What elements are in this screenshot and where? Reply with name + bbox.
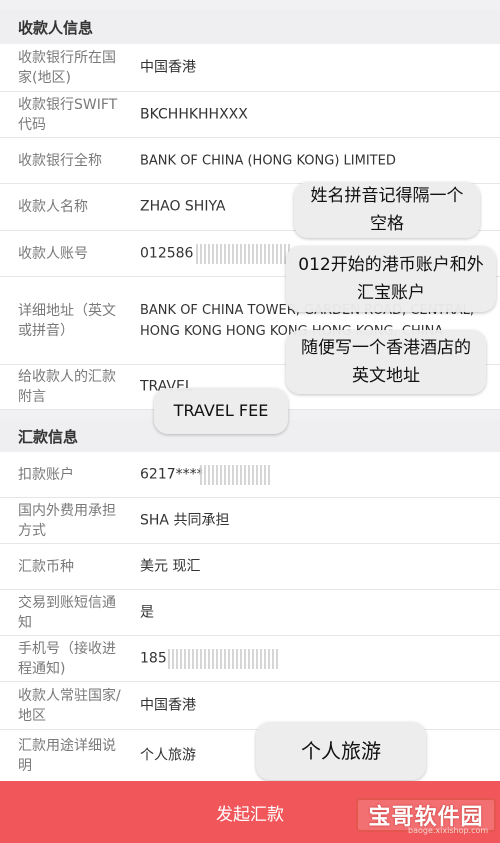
field-label: 收款银行SWIFT代码 [18,96,118,133]
section-title-remit: 汇款信息 [18,427,79,446]
annotation-text: 个人旅游 [301,739,381,763]
annotation-name-note: 姓名拼音记得隔一个空格 [294,182,480,238]
field-label: 收款银行全称 [18,152,102,169]
field-label: 详细地址（英文或拼音） [18,302,116,339]
annotation-text: 随便写一个香港酒店的英文地址 [301,338,471,386]
annotation-text: 012开始的港币账户和外汇宝账户 [298,255,484,303]
annotation-purpose-note: 个人旅游 [256,722,426,780]
field-label: 收款人名称 [18,199,88,215]
row-bank-country[interactable]: 收款银行所在国家(地区) 中国香港 [0,44,500,92]
field-value: 中国香港 [140,697,196,713]
field-value: 美元 现汇 [140,558,201,574]
field-value: BKCHHKHHXXX [140,106,248,122]
row-currency[interactable]: 汇款币种 美元 现汇 [0,544,500,590]
field-label: 国内外费用承担方式 [18,502,116,539]
annotation-memo-note: TRAVEL FEE [154,388,288,434]
row-phone[interactable]: 手机号（接收进程通知) 185 [0,636,500,682]
row-sms-notify[interactable]: 交易到账短信通知 是 [0,590,500,636]
field-label: 扣款账户 [18,466,74,483]
field-label: 手机号（接收进程通知) [18,640,116,677]
redaction-mask [200,465,272,485]
field-value: 6217**** [140,466,204,482]
redaction-mask [168,649,278,669]
field-label: 收款人账号 [18,245,88,262]
annotation-text: 姓名拼音记得隔一个空格 [310,186,464,234]
row-debit-account[interactable]: 扣款账户 6217**** [0,452,500,498]
field-value: 中国香港 [140,59,196,75]
row-bank-fullname[interactable]: 收款银行全称 BANK OF CHINA (HONG KONG) LIMITED [0,138,500,184]
redaction-mask [196,244,292,264]
row-payee-residence[interactable]: 收款人常驻国家/地区 中国香港 [0,682,500,730]
field-label: 汇款币种 [18,558,74,575]
field-value: BANK OF CHINA (HONG KONG) LIMITED [140,153,396,168]
submit-label: 发起汇款 [216,804,284,825]
field-label: 收款银行所在国家(地区) [18,49,116,86]
field-value: SHA 共同承担 [140,512,230,528]
field-value: 是 [140,604,154,620]
watermark-site: baoge.xixishop.com [408,826,489,835]
field-label: 汇款用途详细说明 [18,737,116,774]
annotation-address-note: 随便写一个香港酒店的英文地址 [286,330,486,394]
field-label: 收款人常驻国家/地区 [18,687,121,724]
row-fee-bearer[interactable]: 国内外费用承担方式 SHA 共同承担 [0,498,500,544]
row-swift-code[interactable]: 收款银行SWIFT代码 BKCHHKHHXXX [0,92,500,138]
field-label: 交易到账短信通知 [18,594,116,631]
field-label: 给收款人的汇款附言 [18,369,116,405]
annotation-text: TRAVEL FEE [173,401,269,420]
section-title-payee: 收款人信息 [18,18,94,37]
section-header-payee: 收款人信息 [0,10,500,44]
annotation-account-note: 012开始的港币账户和外汇宝账户 [286,246,496,312]
